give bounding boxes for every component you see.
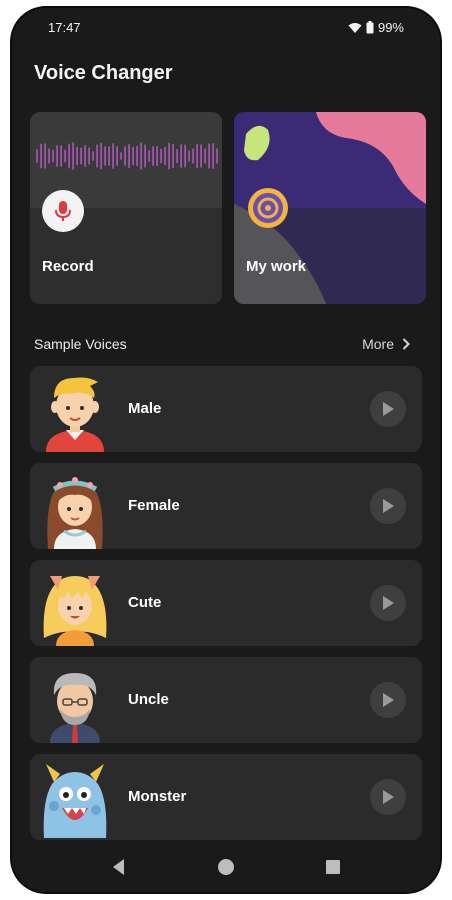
waveform-bar	[152, 146, 154, 166]
record-card[interactable]: Record	[30, 112, 222, 304]
waveform-bar	[196, 143, 198, 169]
waveform-bar	[60, 145, 62, 167]
waveform-bar	[156, 145, 158, 167]
vinyl-disc-icon	[248, 188, 288, 228]
wifi-icon	[348, 22, 362, 33]
play-button[interactable]	[370, 682, 406, 718]
voice-name: Uncle	[128, 691, 169, 708]
phone-screen: 17:47 99% Voice Changer Record My work S…	[12, 8, 440, 892]
male-avatar-icon	[46, 377, 104, 452]
more-label: More	[362, 336, 394, 352]
voice-list: Male Female Cute Uncle Monster	[30, 366, 422, 851]
play-icon	[383, 402, 394, 416]
play-icon	[383, 596, 394, 610]
waveform-bar	[88, 147, 90, 165]
waveform-bar	[72, 142, 74, 170]
waveform-bar	[216, 148, 218, 164]
voice-item-male[interactable]: Male	[30, 366, 422, 452]
waveform-bar	[128, 143, 130, 169]
waveform-bar	[136, 145, 138, 167]
more-button[interactable]: More	[362, 336, 410, 352]
home-icon[interactable]	[215, 856, 237, 878]
waveform-bar	[56, 145, 58, 167]
recents-icon[interactable]	[322, 856, 344, 878]
record-mic-button[interactable]	[42, 190, 84, 232]
system-nav-bar	[12, 842, 440, 892]
waveform-bar	[212, 143, 214, 169]
status-icons: 99%	[348, 20, 404, 35]
waveform-bar	[40, 143, 42, 169]
status-bar: 17:47 99%	[12, 8, 440, 44]
waveform-bar	[84, 145, 86, 167]
waveform-bar	[80, 147, 82, 165]
voice-name: Male	[128, 400, 162, 417]
waveform-bars	[36, 142, 218, 170]
waveform-bar	[140, 142, 142, 170]
waveform-bar	[52, 149, 54, 163]
waveform-bar	[68, 143, 70, 169]
voice-item-uncle[interactable]: Uncle	[30, 657, 422, 743]
waveform-bar	[192, 148, 194, 164]
waveform-bar	[116, 145, 118, 167]
my-work-card[interactable]: My work	[234, 112, 426, 304]
waveform-bar	[112, 143, 114, 169]
monster-avatar-icon	[43, 764, 107, 838]
waveform-bar	[144, 144, 146, 168]
waveform-bar	[172, 143, 174, 169]
female-avatar-icon	[47, 477, 103, 549]
waveform-bar	[168, 142, 170, 170]
waveform-bar	[76, 146, 78, 166]
mic-icon	[55, 201, 71, 221]
play-icon	[383, 499, 394, 513]
waveform-bar	[104, 146, 106, 166]
waveform-bar	[200, 144, 202, 168]
voice-item-cute[interactable]: Cute	[30, 560, 422, 646]
waveform-bar	[48, 148, 50, 164]
waveform-bar	[120, 152, 122, 160]
play-icon	[383, 790, 394, 804]
waveform-bar	[92, 150, 94, 162]
voice-item-female[interactable]: Female	[30, 463, 422, 549]
waveform-bar	[100, 142, 102, 170]
waveform-bar	[176, 148, 178, 164]
play-button[interactable]	[370, 391, 406, 427]
waveform-bar	[204, 148, 206, 164]
waveform-bar	[160, 148, 162, 164]
waveform-bar	[36, 149, 38, 163]
waveform-bar	[132, 146, 134, 166]
waveform-bar	[164, 146, 166, 166]
app-title: Voice Changer	[34, 62, 173, 84]
voice-name: Cute	[128, 594, 162, 611]
voice-name: Monster	[128, 788, 187, 805]
status-time: 17:47	[48, 20, 81, 35]
section-title: Sample Voices	[34, 336, 127, 352]
waveform-bar	[64, 149, 66, 163]
play-button[interactable]	[370, 488, 406, 524]
waveform-bar	[124, 146, 126, 166]
waveform-bar	[148, 150, 150, 162]
play-button[interactable]	[370, 585, 406, 621]
cute-avatar-icon	[43, 576, 107, 646]
battery-icon	[366, 21, 374, 34]
sample-voices-header: Sample Voices More	[34, 336, 410, 356]
waveform-bar	[188, 150, 190, 162]
voice-name: Female	[128, 497, 180, 514]
waveform-bar	[108, 145, 110, 167]
uncle-avatar-icon	[50, 673, 100, 743]
my-work-label: My work	[246, 258, 307, 275]
waveform-bar	[96, 144, 98, 168]
chevron-right-icon	[402, 338, 410, 350]
back-icon[interactable]	[108, 856, 130, 878]
play-icon	[383, 693, 394, 707]
record-label: Record	[42, 258, 94, 275]
battery-percent: 99%	[377, 20, 404, 35]
voice-item-monster[interactable]: Monster	[30, 754, 422, 840]
play-button[interactable]	[370, 779, 406, 815]
waveform-bar	[44, 143, 46, 169]
waveform-bar	[208, 143, 210, 169]
waveform-bar	[184, 144, 186, 168]
waveform-bar	[180, 144, 182, 168]
